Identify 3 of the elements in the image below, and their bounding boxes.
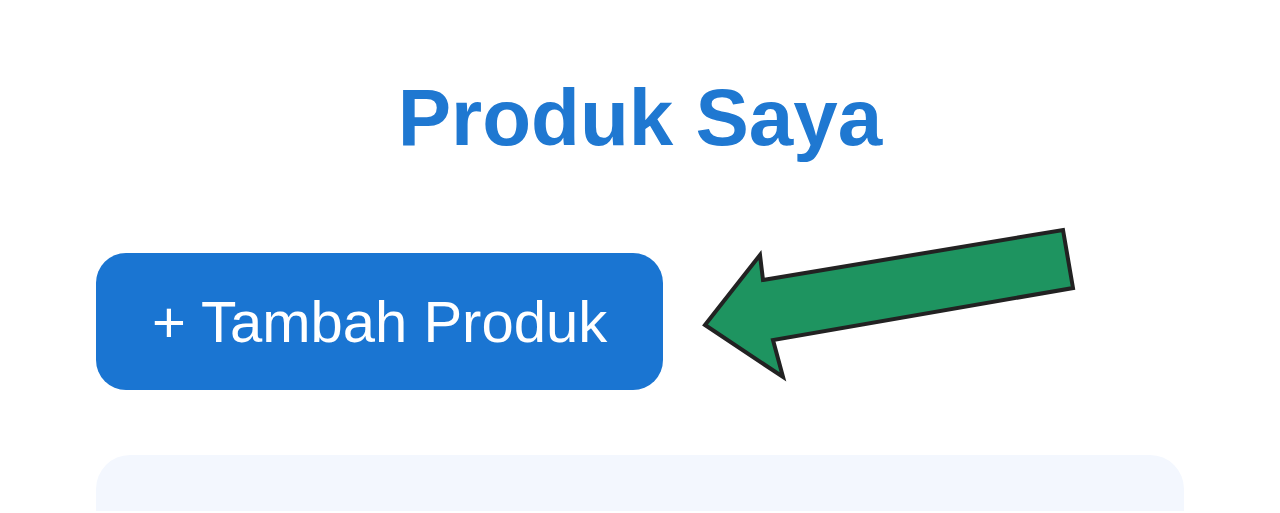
add-product-button[interactable]: + Tambah Produk	[96, 253, 664, 390]
left-arrow-icon	[702, 227, 1076, 382]
page-title: Produk Saya	[396, 72, 884, 164]
